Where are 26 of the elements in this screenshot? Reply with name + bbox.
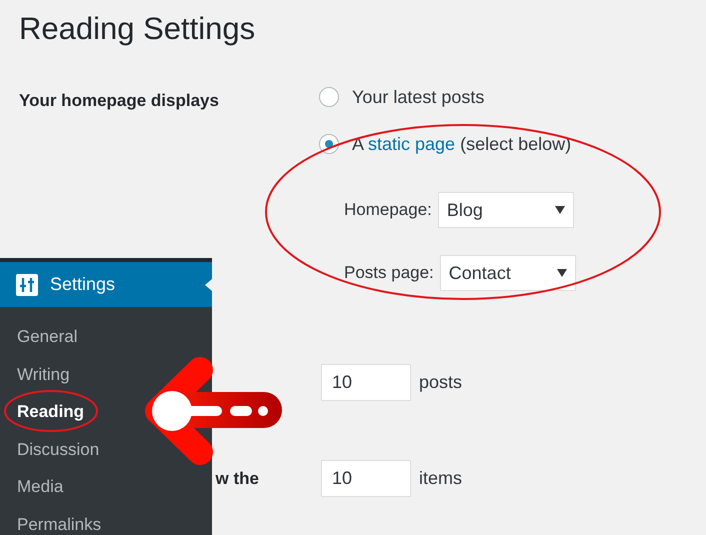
select-label: Posts page: xyxy=(344,263,434,283)
sidebar-item[interactable]: Media xyxy=(0,468,72,506)
page-title: Reading Settings xyxy=(18,10,256,48)
caret-icon xyxy=(556,269,567,277)
page-dropdown[interactable]: Contact xyxy=(440,255,576,291)
field-label: Your homepage displays xyxy=(19,91,219,111)
sidebar-item[interactable]: Permalinks xyxy=(0,506,110,535)
radio-button[interactable] xyxy=(319,134,339,154)
field-label: w the xyxy=(216,468,259,488)
sidebar-item[interactable]: Discussion xyxy=(0,430,108,468)
unit-label: items xyxy=(419,468,462,489)
static-page-link[interactable]: static page xyxy=(368,134,456,154)
sidebar-item[interactable]: Writing xyxy=(0,356,78,393)
sliders-icon xyxy=(16,274,38,296)
option-label: Your latest posts xyxy=(352,86,484,108)
sidebar-item[interactable]: Reading xyxy=(0,393,92,430)
unit-label: posts xyxy=(419,372,462,393)
caret-icon xyxy=(554,206,565,214)
number-field[interactable]: 10 xyxy=(321,364,411,401)
current-indicator-icon xyxy=(205,279,212,291)
radio-button[interactable] xyxy=(319,87,339,107)
settings-menu-header[interactable]: Settings xyxy=(0,262,212,307)
page-dropdown[interactable]: Blog xyxy=(438,192,574,228)
select-label: Homepage: xyxy=(344,200,432,220)
sidebar-item[interactable]: General xyxy=(0,318,86,356)
number-field[interactable]: 10 xyxy=(321,460,411,497)
